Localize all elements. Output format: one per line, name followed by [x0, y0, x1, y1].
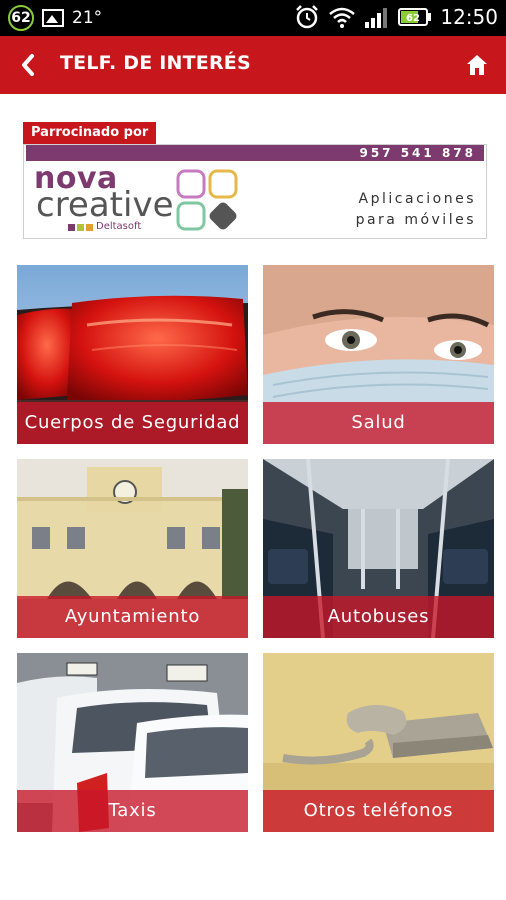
tile-label: Taxis — [17, 790, 248, 832]
battery-icon: 62 — [398, 8, 432, 26]
gallery-icon — [42, 9, 64, 27]
tile-taxis[interactable]: Taxis — [17, 653, 248, 832]
brand-sub: Deltasoft — [96, 221, 142, 232]
tile-label: Ayuntamiento — [17, 596, 248, 638]
app-header: TELF. DE INTERÉS — [0, 36, 506, 94]
signal-icon — [365, 8, 388, 28]
tagline-line-2: para móviles — [355, 212, 476, 228]
wifi-icon — [329, 7, 356, 28]
tile-cuerpos-de-seguridad[interactable]: Cuerpos de Seguridad — [17, 265, 248, 444]
sponsor-tagline: Aplicaciones para móviles — [356, 189, 476, 231]
tagline-line-1: Aplicaciones — [358, 191, 476, 207]
tile-autobuses[interactable]: Autobuses — [263, 459, 494, 638]
home-button[interactable] — [462, 50, 492, 80]
temperature: 21° — [72, 8, 103, 28]
page-title: TELF. DE INTERÉS — [60, 52, 251, 74]
tile-label: Salud — [263, 402, 494, 444]
sponsor-banner[interactable]: Parrocinado por 957 541 878 nova creativ… — [23, 122, 487, 239]
tile-salud[interactable]: Salud — [263, 265, 494, 444]
chevron-left-icon — [22, 54, 34, 76]
clock: 12:50 — [440, 5, 498, 29]
tile-otros-telefonos[interactable]: Otros teléfonos — [263, 653, 494, 832]
brand-bottom: creative — [36, 185, 174, 225]
home-icon — [467, 55, 487, 75]
sponsor-tag: Parrocinado por — [23, 122, 157, 144]
tile-label: Cuerpos de Seguridad — [17, 402, 248, 444]
tile-label: Otros teléfonos — [263, 790, 494, 832]
notification-count-icon: 62 — [8, 5, 34, 31]
tile-label: Autobuses — [263, 596, 494, 638]
back-button[interactable] — [16, 50, 46, 80]
brand-logo-icon — [176, 169, 238, 231]
brand-dots — [68, 224, 93, 231]
status-bar: 62 21° 62 12:50 — [0, 0, 506, 36]
sponsor-ad[interactable]: 957 541 878 nova creative Deltasoft Apli… — [23, 144, 487, 239]
alarm-icon — [296, 5, 319, 29]
sponsor-phone: 957 541 878 — [26, 145, 484, 161]
battery-level: 62 — [406, 13, 420, 24]
tile-ayuntamiento[interactable]: Ayuntamiento — [17, 459, 248, 638]
